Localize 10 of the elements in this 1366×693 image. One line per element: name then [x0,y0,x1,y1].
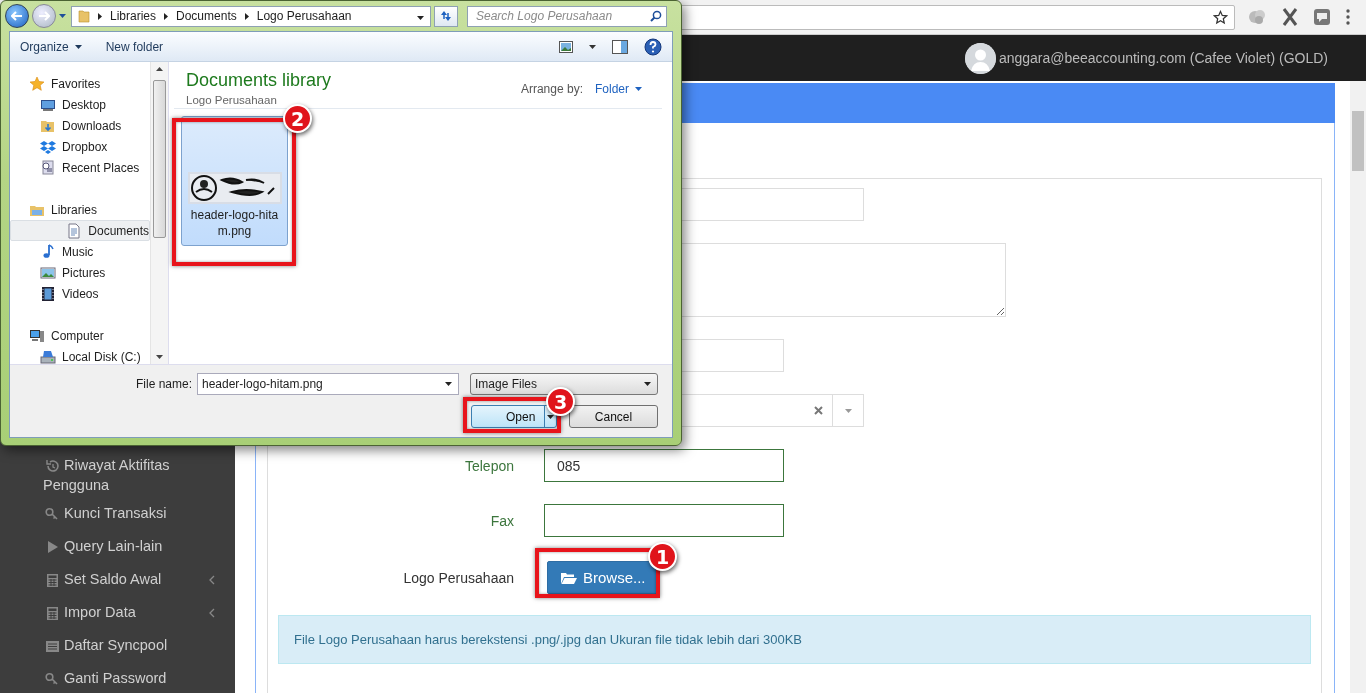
file-name-label: File name: [134,377,193,391]
library-subtitle: Logo Perusahaan [186,94,278,106]
field-label: Logo Perusahaan [402,569,514,586]
arrange-label: Arrange by: [520,82,583,96]
field-label: Fax [489,512,514,529]
step-number-overlay: 1 [648,542,677,571]
file-name: header-logo-hitam.png [189,207,280,239]
info-message: File Logo Perusahaan harus berekstensi .png/.jpg dan Ukuran file tidak lebih dari 300KB [278,615,1311,664]
library-title: Documents library [186,70,332,91]
field-label: Telepon [463,457,514,474]
